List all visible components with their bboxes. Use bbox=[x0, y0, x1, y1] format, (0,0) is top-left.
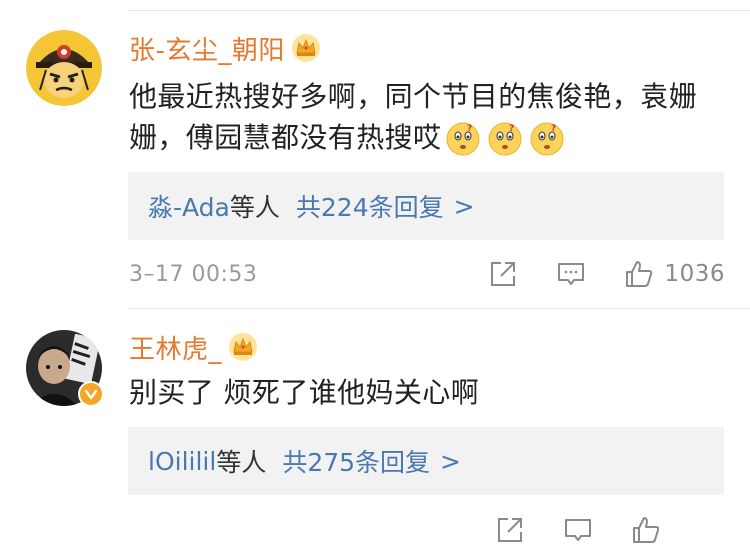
chevron-right-icon: > bbox=[453, 191, 475, 221]
divider bbox=[128, 10, 750, 11]
comment-icon[interactable] bbox=[556, 259, 586, 289]
confused-emoji-icon: ? bbox=[488, 122, 522, 156]
comment-footer bbox=[129, 510, 725, 550]
reply-preview[interactable]: lOililil 等人 共275条回复 > bbox=[128, 427, 724, 495]
timestamp: 3–17 00:53 bbox=[129, 261, 258, 287]
crown-icon bbox=[291, 34, 320, 62]
comment-text: 别买了 烦死了谁他妈关心啊 bbox=[129, 376, 480, 409]
reply-others-label: 等人 bbox=[216, 448, 267, 477]
avatar[interactable] bbox=[26, 30, 102, 106]
comment-icon[interactable] bbox=[563, 515, 593, 545]
reply-preview[interactable]: 淼-Ada 等人 共224条回复 > bbox=[128, 172, 724, 240]
svg-text:?: ? bbox=[509, 124, 515, 134]
reply-count-link[interactable]: 共275条回复 bbox=[282, 443, 430, 479]
confused-emoji-icon: ? bbox=[446, 122, 480, 156]
comment-actions bbox=[495, 510, 725, 550]
divider bbox=[128, 308, 750, 309]
crown-icon bbox=[229, 333, 258, 361]
thumbs-up-icon[interactable] bbox=[624, 259, 654, 289]
reply-count-link[interactable]: 共224条回复 bbox=[296, 188, 444, 224]
verified-icon bbox=[78, 381, 104, 407]
reply-user[interactable]: 淼-Ada bbox=[148, 188, 230, 224]
like-count: 1036 bbox=[664, 261, 725, 287]
svg-text:?: ? bbox=[551, 124, 557, 134]
confused-emoji-icon: ? bbox=[530, 122, 564, 156]
username[interactable]: 王林虎_ bbox=[129, 329, 222, 366]
reply-others-label: 等人 bbox=[229, 193, 280, 222]
comment-footer: 3–17 00:53 1036 bbox=[129, 254, 725, 294]
share-icon[interactable] bbox=[495, 515, 525, 545]
username[interactable]: 张-玄尘_朝阳 bbox=[129, 30, 285, 67]
reply-user[interactable]: lOililil bbox=[148, 447, 216, 476]
comment-text: 他最近热搜好多啊，同个节目的焦俊艳，袁姗姗，傅园慧都没有热搜哎 ? ? ? bbox=[129, 76, 719, 158]
comment-actions: 1036 bbox=[488, 254, 725, 294]
username-row: 张-玄尘_朝阳 bbox=[129, 30, 321, 66]
username-row: 王林虎_ bbox=[129, 329, 258, 365]
share-icon[interactable] bbox=[488, 259, 518, 289]
chevron-right-icon: > bbox=[440, 446, 461, 476]
svg-text:?: ? bbox=[467, 124, 473, 134]
thumbs-up-icon[interactable] bbox=[631, 515, 661, 545]
